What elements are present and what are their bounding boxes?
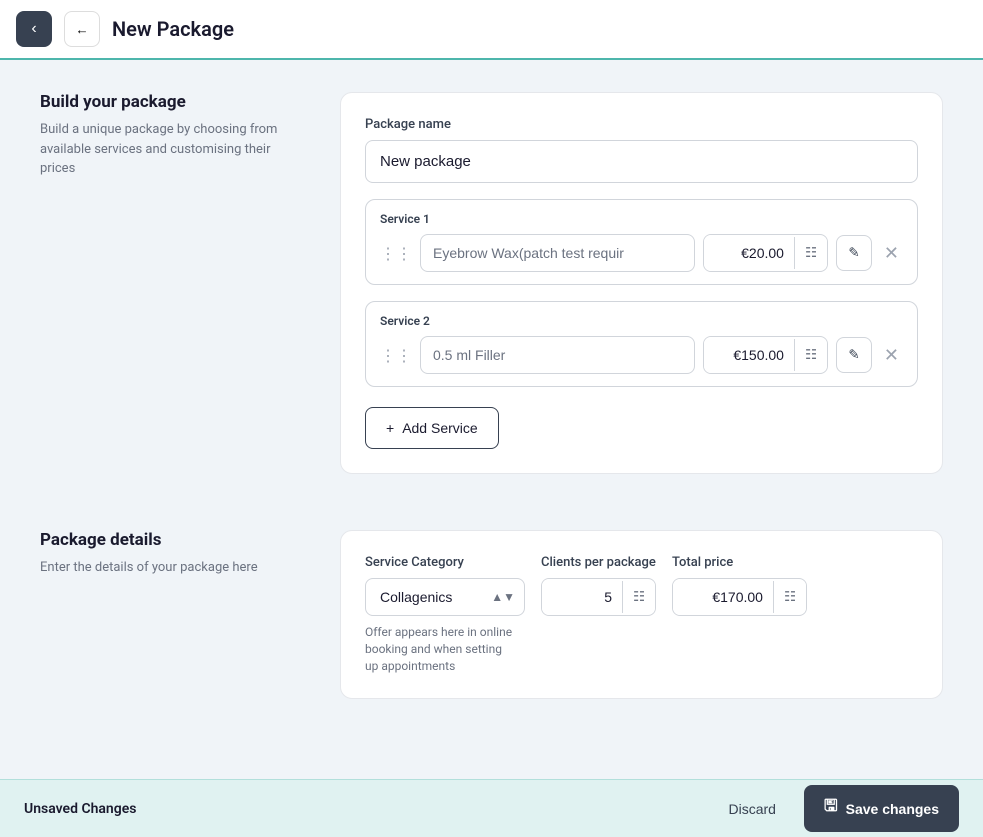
footer-actions: Discard 🖫 Save changes: [713, 785, 960, 832]
total-input-group: ☷: [672, 578, 807, 616]
service-1-block: Service 1 ⋮⋮ ☷ ✎: [365, 199, 918, 285]
service-2-label: Service 2: [380, 314, 903, 328]
service-1-calc-button[interactable]: ☷: [794, 237, 827, 269]
build-card: Package name Service 1 ⋮⋮ ☷: [340, 92, 943, 474]
discard-button[interactable]: Discard: [713, 785, 792, 832]
category-select-wrapper: Collagenics Hair Beauty Nails ▲▼: [365, 578, 525, 616]
service-2-price-group: ☷: [703, 336, 828, 374]
details-description: Enter the details of your package here: [40, 558, 300, 578]
service-2-calc-button[interactable]: ☷: [794, 339, 827, 371]
clients-input[interactable]: [542, 579, 622, 615]
service-1-price-input[interactable]: [704, 235, 794, 271]
total-calc-button[interactable]: ☷: [773, 581, 806, 613]
clients-label: Clients per package: [541, 555, 656, 570]
service-1-label: Service 1: [380, 212, 903, 226]
drag-handle-icon[interactable]: ⋮⋮: [380, 244, 412, 263]
service-2-edit-button[interactable]: ✎: [836, 337, 872, 373]
total-calc-icon: ☷: [784, 589, 796, 605]
service-2-price-input[interactable]: [704, 337, 794, 373]
category-label: Service Category: [365, 555, 525, 570]
build-heading: Build your package: [40, 92, 300, 112]
service-2-row: ⋮⋮ ☷ ✎ ✕: [380, 336, 903, 374]
close-2-icon: ✕: [884, 345, 899, 365]
total-col: Total price ☷: [672, 555, 807, 616]
category-select[interactable]: Collagenics Hair Beauty Nails: [365, 578, 525, 616]
calculator-icon: ☷: [805, 245, 817, 261]
clients-input-group: ☷: [541, 578, 656, 616]
build-section-label: Build your package Build a unique packag…: [40, 92, 340, 474]
save-label: Save changes: [846, 801, 939, 817]
close-icon: ✕: [884, 243, 899, 263]
build-description: Build a unique package by choosing from …: [40, 120, 300, 179]
category-col: Service Category Collagenics Hair Beauty…: [365, 555, 525, 674]
unsaved-changes-label: Unsaved Changes: [24, 801, 136, 817]
header: ‹ ← New Package: [0, 0, 983, 60]
arrow-left-icon: ←: [75, 22, 88, 37]
total-label: Total price: [672, 555, 807, 570]
details-section-label: Package details Enter the details of you…: [40, 530, 340, 699]
plus-icon: +: [386, 420, 394, 436]
details-grid: Service Category Collagenics Hair Beauty…: [365, 555, 918, 674]
package-name-label: Package name: [365, 117, 918, 132]
edit-2-icon: ✎: [848, 347, 859, 363]
details-card: Service Category Collagenics Hair Beauty…: [340, 530, 943, 699]
build-section: Build your package Build a unique packag…: [40, 92, 943, 474]
details-heading: Package details: [40, 530, 300, 550]
back-button[interactable]: ←: [64, 11, 100, 47]
calculator-2-icon: ☷: [805, 347, 817, 363]
package-name-input[interactable]: [365, 140, 918, 183]
main-content: Build your package Build a unique packag…: [0, 60, 983, 779]
clients-col: Clients per package ☷: [541, 555, 656, 616]
service-2-remove-button[interactable]: ✕: [880, 341, 903, 370]
clients-calc-icon: ☷: [633, 589, 645, 605]
drag-handle-2-icon[interactable]: ⋮⋮: [380, 346, 412, 365]
service-1-row: ⋮⋮ ☷ ✎ ✕: [380, 234, 903, 272]
nav-back-outer-button[interactable]: ‹: [16, 11, 52, 47]
save-button[interactable]: 🖫 Save changes: [804, 785, 959, 832]
edit-icon: ✎: [848, 245, 859, 261]
details-section: Package details Enter the details of you…: [40, 530, 943, 699]
service-1-remove-button[interactable]: ✕: [880, 239, 903, 268]
service-1-edit-button[interactable]: ✎: [836, 235, 872, 271]
service-2-block: Service 2 ⋮⋮ ☷ ✎: [365, 301, 918, 387]
category-hint: Offer appears here in online booking and…: [365, 624, 515, 674]
save-icon: 🖫: [824, 795, 838, 822]
page-title: New Package: [112, 17, 234, 41]
footer: Unsaved Changes Discard 🖫 Save changes: [0, 779, 983, 837]
service-1-price-group: ☷: [703, 234, 828, 272]
service-2-input[interactable]: [420, 336, 695, 374]
clients-calc-button[interactable]: ☷: [622, 581, 655, 613]
chevron-left-icon: ‹: [31, 20, 36, 38]
service-1-input[interactable]: [420, 234, 695, 272]
add-service-label: Add Service: [402, 420, 477, 436]
add-service-button[interactable]: + Add Service: [365, 407, 499, 449]
total-input[interactable]: [673, 579, 773, 615]
